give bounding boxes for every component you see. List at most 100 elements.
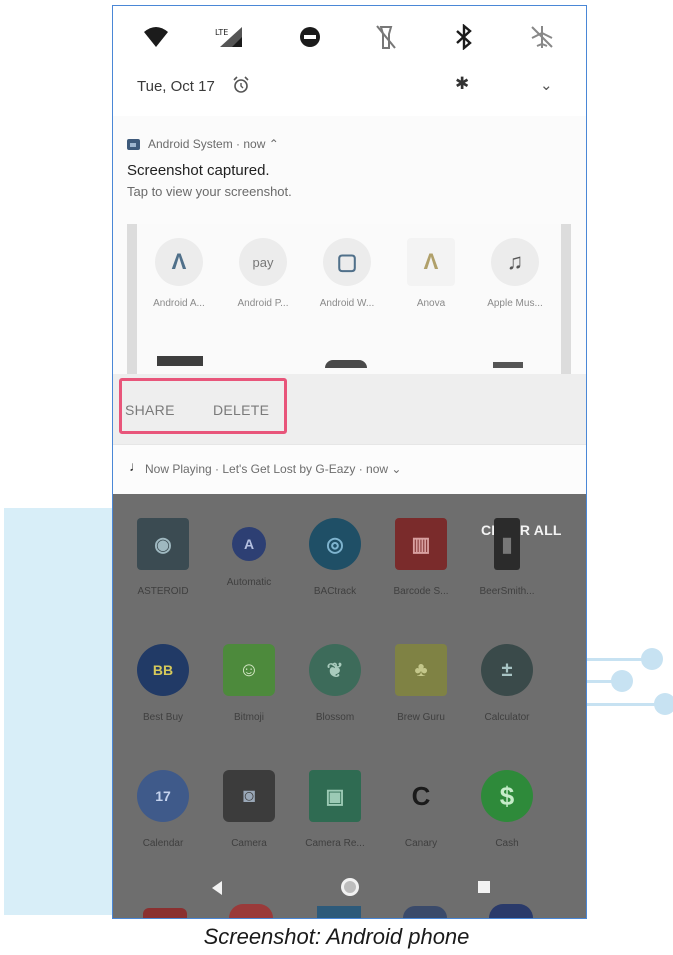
app-item[interactable]: ☺ Bitmoji [207, 644, 291, 744]
app-item[interactable]: ◎ BACtrack [293, 518, 377, 618]
app-label: Automatic [226, 577, 272, 588]
app-label: Camera Re... [305, 838, 365, 849]
blossom-icon: ❦ [309, 644, 361, 696]
decorative-connector-dot [654, 693, 673, 715]
app-item[interactable]: ▥ Barcode S... [379, 518, 463, 618]
brew-guru-icon: ♣ [395, 644, 447, 696]
app-label: Camera [231, 838, 267, 849]
lte-signal-icon[interactable]: LTE [213, 20, 247, 54]
android-wear-icon: ▢ [323, 238, 371, 286]
preview-app-grid: Λ Android A... pay Android P... ▢ Androi… [137, 224, 561, 374]
app-item[interactable]: BB Best Buy [121, 644, 205, 744]
gear-icon[interactable]: ✱ [455, 74, 469, 94]
preview-app-label: Apple Mus... [487, 298, 543, 309]
chevron-down-icon[interactable]: ⌄ [540, 76, 553, 94]
preview-app: ♫ Apple Mus... [473, 238, 557, 322]
app-item[interactable]: ◙ Camera [207, 770, 291, 870]
cash-icon: $ [481, 770, 533, 822]
app-label: Calculator [484, 712, 530, 723]
decorative-connector-line [586, 658, 646, 661]
notification-source: Android System · now ⌃ [148, 137, 279, 151]
automatic-icon: A [232, 527, 266, 561]
do-not-disturb-icon[interactable] [293, 20, 327, 54]
app-label: BeerSmith... [479, 586, 535, 597]
decorative-vertical-bar [4, 508, 112, 913]
canary-icon: C [395, 770, 447, 822]
app-label: BACtrack [313, 586, 357, 597]
preview-app: Λ Anova [389, 238, 473, 322]
flashlight-off-icon[interactable] [369, 20, 403, 54]
partial-app-icon [325, 360, 367, 368]
preview-app: ▢ Android W... [305, 238, 389, 322]
quick-settings-row: LTE [113, 6, 586, 66]
decorative-connector-dot [611, 670, 633, 692]
phone-screen: LTE Tue, Oct 17 ✱ ⌄ Android System · now… [113, 6, 586, 918]
app-item[interactable]: ❦ Blossom [293, 644, 377, 744]
app-item[interactable]: ▮ BeerSmith... [465, 518, 549, 618]
airplane-mode-off-icon[interactable] [525, 20, 559, 54]
app-drawer: CLEAR ALL ◉ ASTEROID A Automatic ◎ BACtr… [113, 494, 586, 918]
camera-remote-icon: ▣ [309, 770, 361, 822]
beersmith-icon: ▮ [494, 518, 520, 570]
music-note-icon: ♩ [129, 458, 143, 474]
bactrack-icon: ◎ [309, 518, 361, 570]
app-label: Canary [404, 838, 438, 849]
navigation-bar [113, 868, 586, 918]
app-label: Calendar [142, 838, 184, 849]
android-pay-icon: pay [239, 238, 287, 286]
preview-app: pay Android P... [221, 238, 305, 322]
back-icon[interactable] [210, 880, 224, 901]
app-item[interactable]: A Automatic [207, 518, 291, 618]
barcode-scanner-icon: ▥ [395, 518, 447, 570]
delete-button[interactable]: DELETE [213, 402, 269, 418]
calendar-icon: 17 [137, 770, 189, 822]
app-label: Barcode S... [393, 586, 449, 597]
date-row: Tue, Oct 17 ✱ ⌄ [113, 74, 586, 104]
wifi-icon[interactable] [139, 20, 173, 54]
now-playing-notification[interactable]: ♩ Now Playing · Let's Get Lost by G-Eazy… [113, 444, 586, 495]
app-item[interactable]: $ Cash [465, 770, 549, 870]
notification-subtitle: Tap to view your screenshot. [127, 184, 292, 199]
app-item[interactable]: 17 Calendar [121, 770, 205, 870]
image-icon [127, 138, 140, 150]
asteroid-icon: ◉ [137, 518, 189, 570]
anova-icon: Λ [407, 238, 455, 286]
partial-app-icon [157, 356, 203, 366]
preview-app-label: Android W... [319, 298, 375, 309]
best-buy-icon: BB [137, 644, 189, 696]
preview-app-label: Android P... [237, 298, 289, 309]
lte-label: LTE [215, 28, 228, 37]
preview-app-label: Anova [416, 298, 446, 309]
app-label: Best Buy [142, 712, 184, 723]
notification-title: Screenshot captured. [127, 162, 270, 179]
preview-app-label: Android A... [153, 298, 205, 309]
bitmoji-icon: ☺ [223, 644, 275, 696]
alarm-icon[interactable] [232, 76, 250, 99]
image-caption: Screenshot: Android phone [203, 924, 470, 949]
notification-header: Android System · now ⌃ [127, 134, 279, 154]
recents-icon[interactable] [477, 880, 491, 899]
screenshot-preview[interactable]: Λ Android A... pay Android P... ▢ Androi… [127, 224, 571, 374]
partial-app-icon [493, 362, 523, 368]
app-item[interactable]: ◉ ASTEROID [121, 518, 205, 618]
app-item[interactable]: ♣ Brew Guru [379, 644, 463, 744]
screenshot-notification[interactable]: Android System · now ⌃ Screenshot captur… [113, 116, 586, 384]
app-label: Cash [495, 838, 519, 849]
camera-icon: ◙ [223, 770, 275, 822]
app-label: Bitmoji [233, 712, 264, 723]
notification-actions: SHARE DELETE [113, 374, 586, 444]
home-icon[interactable] [339, 876, 361, 903]
now-playing-text: Now Playing · Let's Get Lost by G-Eazy ·… [145, 462, 402, 476]
bluetooth-icon[interactable] [447, 20, 481, 54]
app-item[interactable]: ± Calculator [465, 644, 549, 744]
app-label: Brew Guru [397, 712, 445, 723]
share-button[interactable]: SHARE [125, 402, 175, 418]
android-auto-icon: Λ [155, 238, 203, 286]
app-label: ASTEROID [137, 586, 189, 597]
app-item[interactable]: ▣ Camera Re... [293, 770, 377, 870]
preview-app: Λ Android A... [137, 238, 221, 322]
decorative-connector-dot [641, 648, 663, 670]
date-text: Tue, Oct 17 [137, 78, 215, 95]
app-label: Blossom [315, 712, 355, 723]
app-item[interactable]: C Canary [379, 770, 463, 870]
